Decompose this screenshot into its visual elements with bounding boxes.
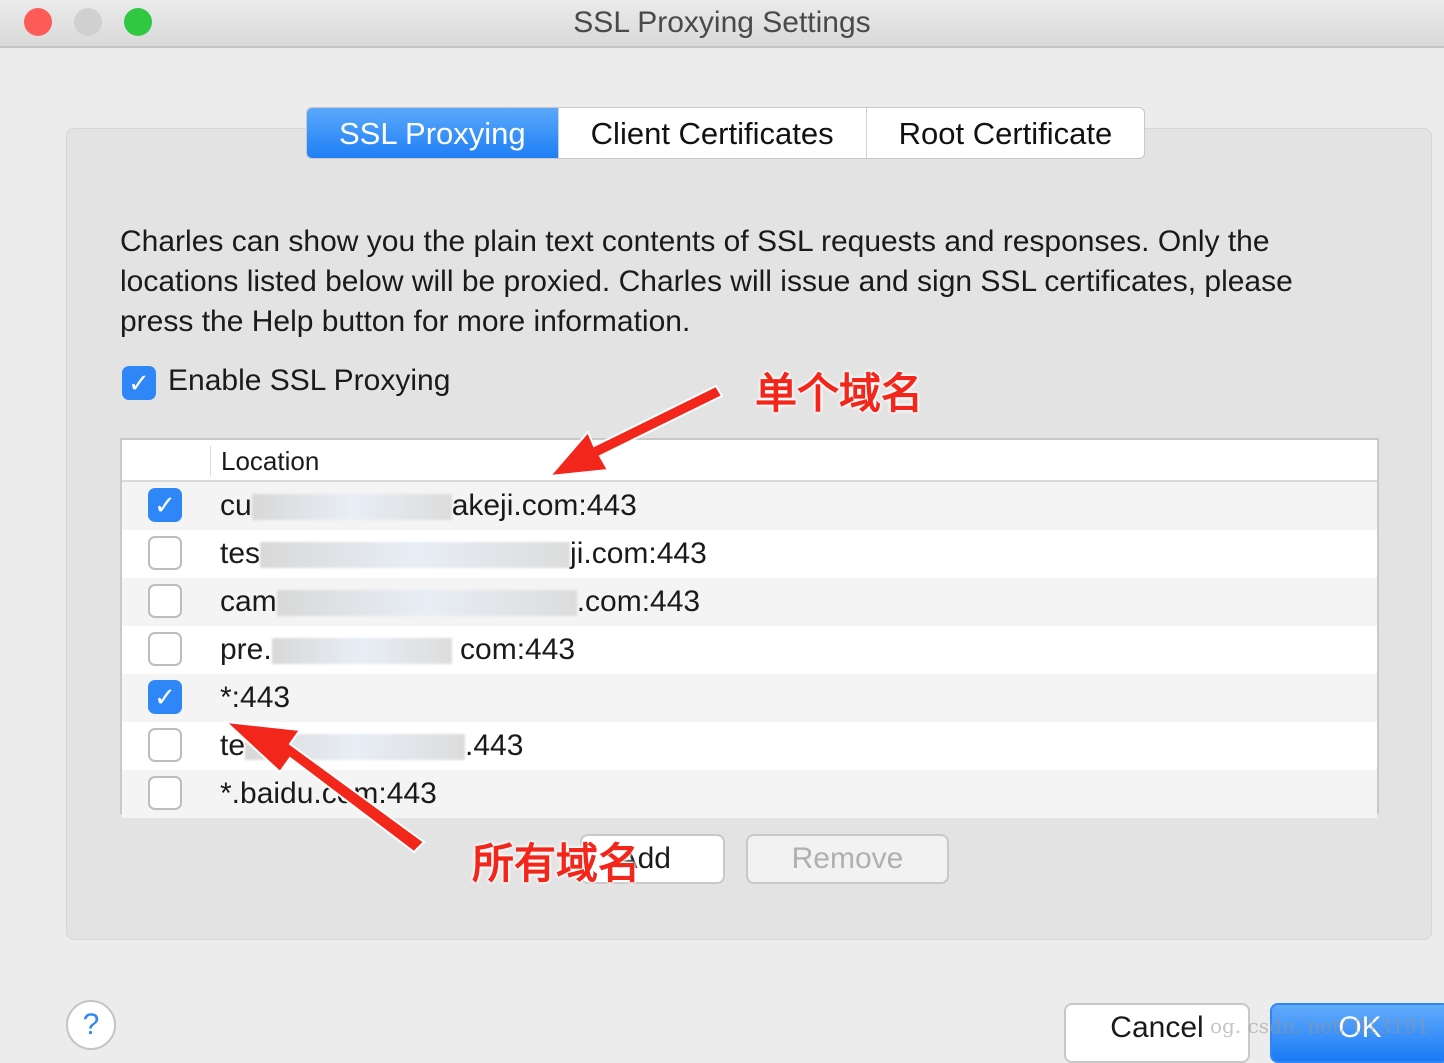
arrow-all-domains xyxy=(223,720,426,854)
annotation-all-domains: 所有域名 xyxy=(472,840,641,887)
annotation-single-domain: 单个域名 xyxy=(755,370,924,417)
arrow-single-domain xyxy=(547,384,724,478)
annotation-arrows xyxy=(223,384,724,854)
